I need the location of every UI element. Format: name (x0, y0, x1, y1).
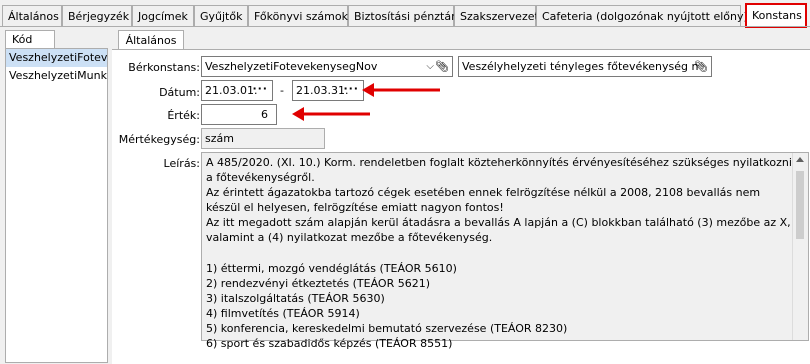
code-list[interactable]: VeszhelyzetiFotevekenysegNov Veszhelyzet… (5, 48, 108, 363)
scroll-thumb[interactable] (796, 171, 804, 239)
tab-label: Szakszervezet (460, 10, 539, 23)
tab-biztositasi-penztar[interactable]: Biztosítási pénztár (348, 5, 456, 26)
code-list-header[interactable]: Kód (5, 30, 55, 48)
datum-label: Dátum: (159, 86, 200, 99)
berkonstans-select[interactable]: VeszhelyzetiFotevekenysegNov ⌵ 📎︎ (201, 56, 453, 77)
tab-label: Cafeteria (dolgozónak nyújtott előny) (542, 10, 748, 23)
ertek-label: Érték: (167, 109, 200, 122)
berkonstans-label: Bérkonstans: (128, 61, 200, 74)
berkonstans-value: VeszhelyzetiFotevekenysegNov (205, 60, 378, 73)
date-separator: - (280, 84, 284, 97)
leiras-textarea[interactable]: A 485/2020. (XI. 10.) Korm. rendeletben … (201, 152, 809, 350)
tab-gyujtok[interactable]: Gyűjtők (194, 5, 248, 26)
ellipsis-icon[interactable]: ··· (252, 81, 268, 98)
tab-label: Gyűjtők (200, 10, 243, 23)
list-item[interactable]: VeszhelyzetiMunkaltato (6, 67, 107, 85)
mertekegyseg-value: szám (205, 132, 234, 145)
mertekegyseg-label: Mértékegység: (118, 133, 200, 146)
tab-cafeteria[interactable]: Cafeteria (dolgozónak nyújtott előny) (536, 5, 748, 26)
paperclip-icon[interactable]: 📎︎ (435, 57, 449, 76)
leiras-text: A 485/2020. (XI. 10.) Korm. rendeletben … (206, 156, 792, 351)
tab-label: Biztosítási pénztár (354, 10, 456, 23)
annotation-arrow-date (362, 83, 440, 97)
tab-label: Bérjegyzék (68, 10, 130, 23)
list-item[interactable]: VeszhelyzetiFotevekenysegNov (6, 49, 107, 67)
tab-label: Jogcímek (138, 10, 188, 23)
tab-jogcimek[interactable]: Jogcímek (132, 5, 194, 26)
date-to-value: 21.03.31. (296, 84, 349, 97)
tab-altalanos[interactable]: Általános (2, 5, 62, 26)
tab-label: Általános (8, 10, 59, 23)
mertekegyseg-field: szám (201, 128, 325, 149)
tab-label: Főkönyvi számok (254, 10, 348, 23)
scroll-up-icon[interactable] (796, 157, 804, 162)
detail-content: Bérkonstans: VeszhelyzetiFotevekenysegNo… (112, 49, 810, 364)
date-from-value: 21.03.01. (205, 84, 258, 97)
tab-berjegyzek[interactable]: Bérjegyzék (62, 5, 132, 26)
tab-label: Konstans (752, 9, 802, 22)
ellipsis-icon[interactable]: ··· (343, 81, 359, 98)
annotation-arrow-value (292, 107, 370, 121)
tab-konstans[interactable]: Konstans (745, 3, 807, 28)
vertical-scrollbar[interactable] (792, 153, 808, 340)
detail-panel: Általános Bérkonstans: VeszhelyzetiFotev… (112, 28, 810, 364)
tab-szakszervezet[interactable]: Szakszervezet (454, 5, 539, 26)
subtab-altalanos[interactable]: Általános (118, 30, 184, 50)
ertek-value: 6 (261, 108, 268, 121)
tab-divider (0, 26, 810, 27)
chevron-down-icon[interactable]: ⌵ (426, 57, 434, 76)
berkonstans-name-field[interactable]: Veszélyhelyzeti tényleges főtevékenység … (458, 56, 712, 77)
top-tab-bar: Általános Bérjegyzék Jogcímek Gyűjtők Fő… (0, 0, 810, 30)
date-from-field[interactable]: 21.03.01. ··· (201, 80, 273, 101)
ertek-input[interactable]: 6 (201, 104, 277, 125)
date-to-field[interactable]: 21.03.31. ··· (292, 80, 364, 101)
paperclip-icon[interactable]: 📎︎ (694, 57, 708, 76)
berkonstans-name-value: Veszélyhelyzeti tényleges főtevékenység … (462, 60, 699, 73)
code-list-panel: Kód VeszhelyzetiFotevekenysegNov Veszhel… (0, 28, 112, 363)
tab-fokonyvi-szamok[interactable]: Főkönyvi számok (248, 5, 348, 26)
leiras-label: Leírás: (163, 157, 200, 170)
